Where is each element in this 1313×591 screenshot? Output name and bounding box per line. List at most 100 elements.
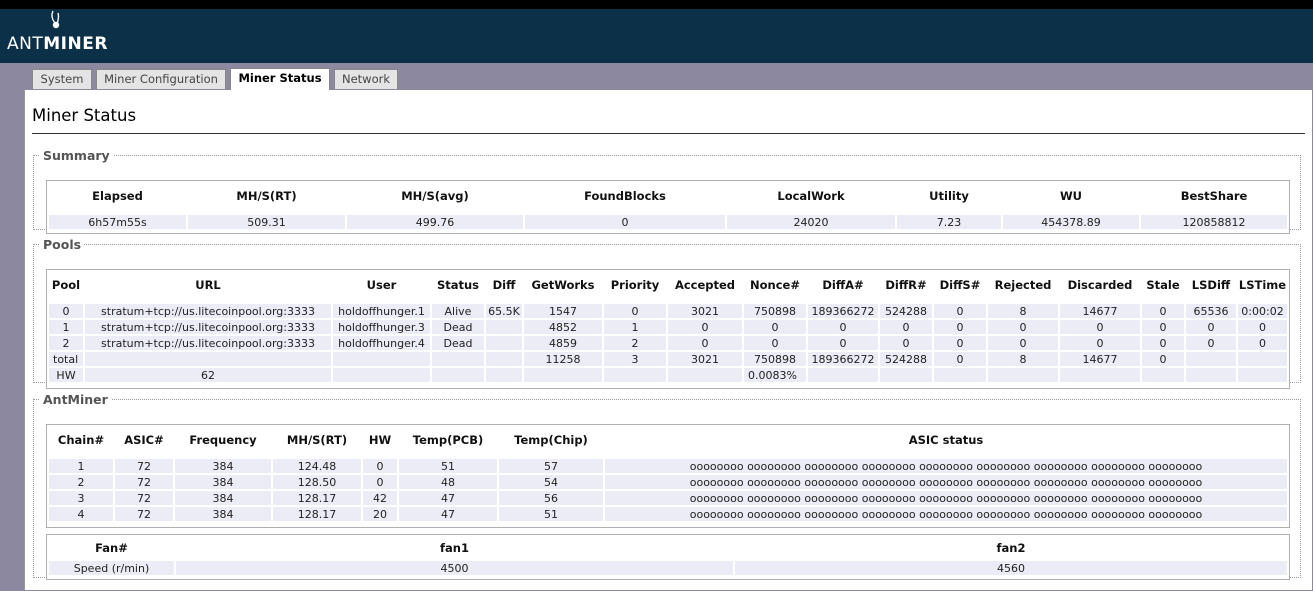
chain-cell: 3 <box>49 491 113 507</box>
chain-cell: 56 <box>499 491 603 507</box>
pool-cell: 8 <box>988 352 1058 368</box>
pools-box: Pool URL User Status Diff GetWorks Priority Acc… <box>46 269 1290 389</box>
summary-table: Elapsed MH/S(RT) MH/S(avg) FoundBlocks L… <box>47 181 1289 231</box>
summary-legend: Summary <box>43 148 110 163</box>
pool-cell: 750898 <box>744 304 806 320</box>
pool-cell: 0 <box>880 336 932 352</box>
chain-cell: 72 <box>115 475 173 491</box>
antminer-section: AntMiner Chain# ASIC# Frequency MH/S(RT) HW T… <box>33 392 1301 580</box>
pools-header: User <box>366 278 397 292</box>
chain-row: 2 72 384 128.50 0 48 54 oooooooo oooooooo ooooo… <box>49 475 1287 491</box>
chain-cell: 72 <box>115 459 173 475</box>
fan-header: Fan# <box>95 541 128 555</box>
pool-cell: 189366272 <box>808 304 878 320</box>
chain-cell: 2 <box>49 475 113 491</box>
pools-header: DiffA# <box>822 278 864 292</box>
pools-header: Accepted <box>674 278 736 292</box>
pool-cell: 0 <box>1238 320 1287 336</box>
pool-cell: 4852 <box>524 320 602 336</box>
blank-cell <box>604 368 666 384</box>
chains-table: Chain# ASIC# Frequency MH/S(RT) HW Temp(PCB) T… <box>47 425 1289 523</box>
chain-cell: 384 <box>175 475 271 491</box>
chain-cell: 48 <box>399 475 497 491</box>
chain-cell: 1 <box>49 459 113 475</box>
pool-cell: holdoffhunger.4 <box>333 336 430 352</box>
chain-cell: 51 <box>499 507 603 523</box>
blank-cell <box>1238 368 1287 384</box>
fan1-speed: 4500 <box>176 561 733 577</box>
pool-cell: 0 <box>1142 304 1184 320</box>
summary-section: Summary Elapsed MH/S(RT) MH/S(avg) Found… <box>33 148 1301 234</box>
asic-status: oooooooo oooooooo oooooooo oooooooo oooo… <box>605 459 1287 475</box>
pool-cell <box>1186 352 1236 368</box>
pool-row: 2 stratum+tcp://us.litecoinpool.org:3333 h… <box>49 336 1287 352</box>
blank-cell <box>668 368 742 384</box>
chain-cell: 47 <box>399 491 497 507</box>
pool-cell: 0:00:02 <box>1238 304 1287 320</box>
asic-status: oooooooo oooooooo oooooooo oooooooo oooo… <box>605 475 1287 491</box>
top-band <box>0 0 1313 9</box>
tab-miner-configuration[interactable]: Miner Configuration <box>96 69 226 89</box>
pools-header: Rejected <box>994 278 1052 292</box>
pool-cell: 0 <box>668 336 742 352</box>
pool-cell <box>85 352 331 368</box>
blank-cell <box>1142 368 1184 384</box>
fan-speed-label: Speed (r/min) <box>49 561 174 577</box>
pool-cell: 0 <box>880 320 932 336</box>
chain-row: 4 72 384 128.17 20 47 51 oooooooo oooooooo oooo… <box>49 507 1287 523</box>
antminer-logo: ANTMINER <box>7 9 127 63</box>
pool-cell: 2 <box>604 336 666 352</box>
chain-cell: 0 <box>363 475 397 491</box>
pool-row: 1 stratum+tcp://us.litecoinpool.org:3333 h… <box>49 320 1287 336</box>
pools-legend: Pools <box>43 237 82 252</box>
blank-cell <box>1060 368 1140 384</box>
pool-cell: 0 <box>808 336 878 352</box>
blank-cell <box>988 368 1058 384</box>
pool-cell: 1 <box>49 320 83 336</box>
chain-cell: 72 <box>115 507 173 523</box>
fans-table: Fan# fan1 fan2 Speed (r/min) 4500 4560 <box>47 535 1289 577</box>
asic-status: oooooooo oooooooo oooooooo oooooooo oooo… <box>605 507 1287 523</box>
pool-cell: 0 <box>934 336 986 352</box>
pools-section: Pools Pool URL User Status Diff GetWorks Prior… <box>33 237 1301 389</box>
pool-cell: 14677 <box>1060 304 1140 320</box>
tab-bar: System Miner Configuration Miner Status … <box>0 63 1313 90</box>
pool-cell: holdoffhunger.3 <box>333 320 430 336</box>
pools-header: DiffS# <box>939 278 981 292</box>
pool-row: total 11258 3 3021 750898 189366272 524288 0 8 14… <box>49 352 1287 368</box>
brand-name: ANTMINER <box>7 34 108 54</box>
hw-rate: 0.0083% <box>744 368 806 384</box>
pool-cell: 0 <box>744 320 806 336</box>
pool-cell: 0 <box>1142 336 1184 352</box>
chain-cell: 384 <box>175 507 271 523</box>
pools-header: DiffR# <box>885 278 927 292</box>
chain-cell: 384 <box>175 459 271 475</box>
chain-cell: 47 <box>399 507 497 523</box>
fans-box: Fan# fan1 fan2 Speed (r/min) 4500 4560 <box>46 534 1290 580</box>
pools-header: GetWorks <box>531 278 595 292</box>
tab-network[interactable]: Network <box>334 69 398 89</box>
antminer-legend: AntMiner <box>43 392 108 407</box>
pools-header: Priority <box>610 278 660 292</box>
chain-cell: 124.48 <box>273 459 361 475</box>
chain-cell: 128.17 <box>273 491 361 507</box>
pool-cell: 750898 <box>744 352 806 368</box>
pool-cell: Alive <box>432 304 484 320</box>
chain-cell: 128.17 <box>273 507 361 523</box>
page-title: Miner Status <box>32 106 137 125</box>
pool-cell: 65.5K <box>486 304 522 320</box>
header-bar: ANTMINER <box>0 9 1313 63</box>
chain-cell: 4 <box>49 507 113 523</box>
pools-header: LSTime <box>1238 278 1287 292</box>
chains-header: HW <box>368 433 392 447</box>
pool-cell: stratum+tcp://us.litecoinpool.org:3333 <box>85 336 331 352</box>
tab-miner-status[interactable]: Miner Status <box>230 68 330 90</box>
pool-cell: 0 <box>934 352 986 368</box>
chain-row: 1 72 384 124.48 0 51 57 oooooooo oooooooo ooooo… <box>49 459 1287 475</box>
tab-system[interactable]: System <box>32 69 92 89</box>
summary-header: FoundBlocks <box>584 189 666 203</box>
pool-cell: 0 <box>988 320 1058 336</box>
fan-header: fan1 <box>440 541 469 555</box>
pool-cell: 0 <box>1060 336 1140 352</box>
title-divider <box>32 133 1305 134</box>
